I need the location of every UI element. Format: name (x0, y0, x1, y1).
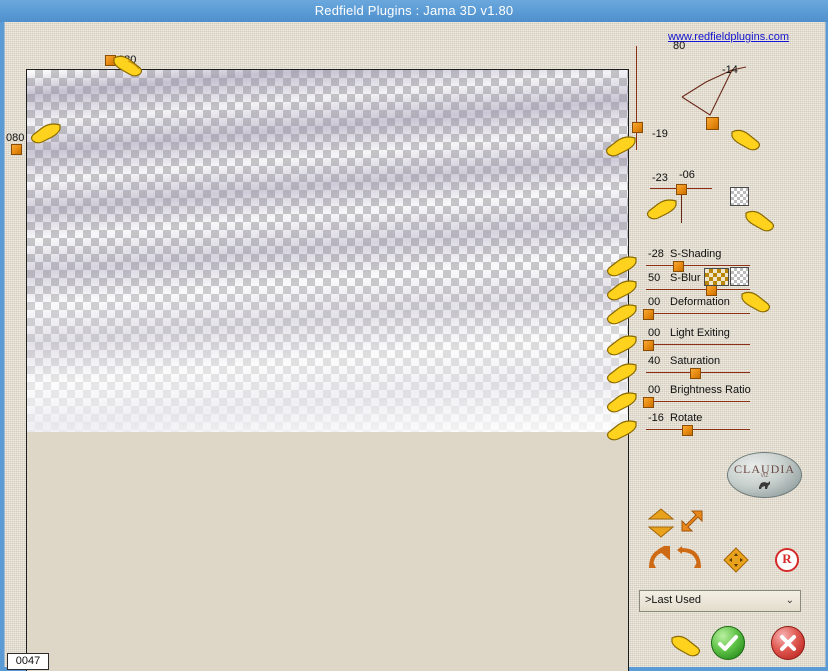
pointing-hand-icon (606, 256, 637, 277)
pointing-hand-icon (731, 129, 761, 151)
slider-value-5: 00 (648, 384, 661, 396)
pointing-hand-icon (741, 291, 771, 313)
pointing-hand-icon (646, 199, 677, 220)
move-icon[interactable] (723, 547, 749, 573)
checkerboard-toggle-upper[interactable] (730, 187, 749, 206)
preset-dropdown-value: >Last Used (645, 594, 701, 606)
slider-handle-0[interactable] (673, 261, 684, 272)
slider-handle-1[interactable] (706, 285, 717, 296)
flip-vertical-icon[interactable] (648, 508, 674, 538)
perspective-top-right-value: -14 (722, 64, 738, 76)
ok-button[interactable] (711, 626, 745, 660)
slider-value-2: 00 (648, 296, 661, 308)
slider-handle-4[interactable] (690, 368, 701, 379)
perspective-bottom-left-value: -19 (652, 128, 668, 140)
slider-value-0: -28 (648, 248, 664, 260)
left-offset-handle[interactable] (11, 144, 22, 155)
slider-label-3: Light Exiting (670, 327, 730, 339)
image-preview[interactable] (26, 69, 629, 671)
slider-value-4: 40 (648, 355, 661, 367)
pointing-hand-icon (606, 363, 637, 384)
title-bar: Redfield Plugins : Jama 3D v1.80 (0, 0, 828, 22)
chevron-down-icon: ⌄ (785, 595, 794, 606)
slider-label-0: S-Shading (670, 248, 722, 260)
vertical-slider-value: 80 (673, 40, 686, 52)
secondary-slider-right-value: -06 (679, 169, 695, 181)
slider-label-1: S-Blur (670, 272, 701, 284)
vertical-slider-handle[interactable] (632, 122, 643, 133)
pointing-hand-icon (606, 392, 637, 413)
pointing-hand-icon (745, 210, 775, 232)
slider-value-3: 00 (648, 327, 661, 339)
slider-value-1: 50 (648, 272, 661, 284)
status-badge: 0047 (7, 653, 49, 670)
pointing-hand-icon (606, 420, 637, 441)
perspective-handle[interactable] (706, 117, 719, 130)
preset-dropdown[interactable]: >Last Used ⌄ (639, 590, 801, 612)
secondary-slider-left-value: -23 (652, 172, 668, 184)
dog-icon (759, 481, 770, 489)
cancel-button[interactable] (771, 626, 805, 660)
claudia-logo: CLAUDIA VIZ (727, 452, 802, 498)
preview-empty-area (27, 432, 628, 671)
left-offset-value: 080 (6, 132, 25, 144)
preview-wave-shading (27, 70, 628, 432)
slider-label-4: Saturation (670, 355, 721, 367)
slider-handle-6[interactable] (682, 425, 693, 436)
pointing-hand-icon (606, 335, 637, 356)
slider-value-6: -16 (648, 412, 664, 424)
slider-label-6: Rotate (670, 412, 703, 424)
rotate-right-icon[interactable] (676, 546, 702, 570)
checkerboard-toggle-sblur[interactable] (730, 267, 749, 286)
secondary-slider-handle[interactable] (676, 184, 687, 195)
window-title: Redfield Plugins : Jama 3D v1.80 (314, 3, 514, 18)
close-icon (780, 635, 796, 651)
slider-handle-5[interactable] (643, 397, 654, 408)
slider-label-2: Deformation (670, 296, 730, 308)
slider-handle-2[interactable] (643, 309, 654, 320)
reset-icon[interactable]: R (775, 548, 799, 572)
website-link[interactable]: www.redfieldplugins.com (668, 31, 789, 43)
check-icon (718, 635, 738, 651)
rotate-left-icon[interactable] (648, 546, 674, 570)
slider-handle-3[interactable] (643, 340, 654, 351)
pointing-hand-icon (606, 304, 637, 325)
grid-pattern-toggle[interactable] (704, 268, 729, 286)
plugin-window: Redfield Plugins : Jama 3D v1.80 080 080… (0, 0, 828, 671)
pointing-hand-icon (671, 635, 701, 657)
pointing-hand-icon (605, 136, 636, 157)
resize-diagonal-icon[interactable] (678, 509, 704, 535)
pointing-hand-icon (30, 123, 61, 144)
pointing-hand-icon (606, 280, 637, 301)
slider-label-5: Brightness Ratio (670, 384, 751, 396)
pointing-hand-icon (113, 55, 143, 77)
